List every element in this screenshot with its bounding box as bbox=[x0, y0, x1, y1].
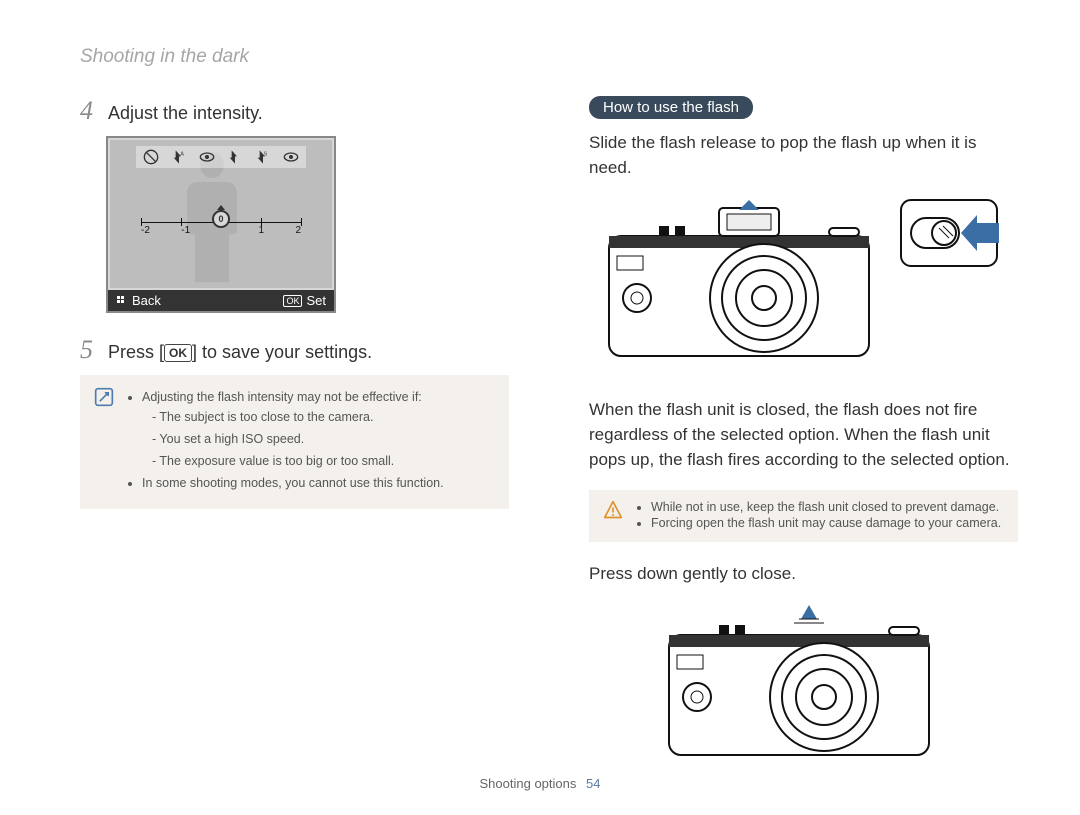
section-pill: How to use the flash bbox=[589, 96, 753, 119]
step-number: 5 bbox=[80, 335, 98, 365]
page-number: 54 bbox=[586, 776, 600, 791]
camera-body-icon bbox=[659, 605, 949, 775]
camera-flash-open-illustration bbox=[589, 198, 1018, 378]
note-bullet: Adjusting the flash intensity may not be… bbox=[142, 387, 444, 471]
camera-flash-close-illustration bbox=[589, 605, 1018, 775]
svg-text:A: A bbox=[180, 152, 184, 158]
svg-text:S: S bbox=[264, 152, 268, 158]
paragraph: Press down gently to close. bbox=[589, 562, 1018, 587]
note-box: Adjusting the flash intensity may not be… bbox=[80, 375, 509, 509]
camera-body-icon bbox=[599, 198, 889, 378]
footer-section: Shooting options bbox=[480, 776, 577, 791]
flash-mode-icon-row: A S bbox=[136, 146, 306, 168]
left-column: 4 Adjust the intensity. A S bbox=[80, 96, 509, 795]
step-5: 5 Press [OK] to save your settings. bbox=[80, 335, 509, 365]
note-icon bbox=[94, 387, 114, 407]
redeye-icon bbox=[198, 148, 216, 166]
paragraph: When the flash unit is closed, the flash… bbox=[589, 398, 1018, 472]
lcd-status-bar: Back OK Set bbox=[108, 290, 334, 311]
warning-icon bbox=[603, 500, 623, 520]
ok-key-icon: OK bbox=[164, 344, 192, 362]
scale-label: -2 bbox=[141, 225, 150, 236]
flash-fill-icon bbox=[226, 148, 244, 166]
flash-off-icon bbox=[142, 148, 160, 166]
back-label: Back bbox=[132, 293, 161, 308]
warning-bullet: Forcing open the flash unit may cause da… bbox=[651, 516, 1001, 530]
scale-label: -1 bbox=[181, 225, 190, 236]
step-number: 4 bbox=[80, 96, 98, 126]
back-nav-icon bbox=[116, 295, 128, 307]
camera-lcd-illustration: A S 0 -2 bbox=[106, 136, 336, 313]
set-label: Set bbox=[306, 293, 326, 308]
flash-release-switch-icon bbox=[899, 198, 1009, 288]
note-sub-bullet: The exposure value is too big or too sma… bbox=[152, 451, 444, 471]
page-footer: Shooting options 54 bbox=[0, 776, 1080, 791]
warning-box: While not in use, keep the flash unit cl… bbox=[589, 490, 1018, 542]
breadcrumb: Shooting in the dark bbox=[80, 46, 1018, 68]
redeye-fix-icon bbox=[282, 148, 300, 166]
scale-label: 1 bbox=[259, 225, 265, 236]
flash-slow-icon: S bbox=[254, 148, 272, 166]
ok-badge-icon: OK bbox=[283, 295, 302, 307]
note-sub-bullet: You set a high ISO speed. bbox=[152, 429, 444, 449]
intensity-scale: 0 -2 -1 0 1 2 bbox=[141, 210, 301, 236]
paragraph: Slide the flash release to pop the flash… bbox=[589, 131, 1018, 180]
warning-bullet: While not in use, keep the flash unit cl… bbox=[651, 500, 1001, 514]
step-text: Press [OK] to save your settings. bbox=[108, 342, 372, 363]
intensity-cursor: 0 bbox=[212, 210, 230, 228]
scale-label: 2 bbox=[295, 225, 301, 236]
note-bullet: In some shooting modes, you cannot use t… bbox=[142, 473, 444, 493]
step-text: Adjust the intensity. bbox=[108, 103, 263, 124]
right-column: How to use the flash Slide the flash rel… bbox=[589, 96, 1018, 795]
step-4: 4 Adjust the intensity. bbox=[80, 96, 509, 126]
flash-auto-icon: A bbox=[170, 148, 188, 166]
note-sub-bullet: The subject is too close to the camera. bbox=[152, 407, 444, 427]
